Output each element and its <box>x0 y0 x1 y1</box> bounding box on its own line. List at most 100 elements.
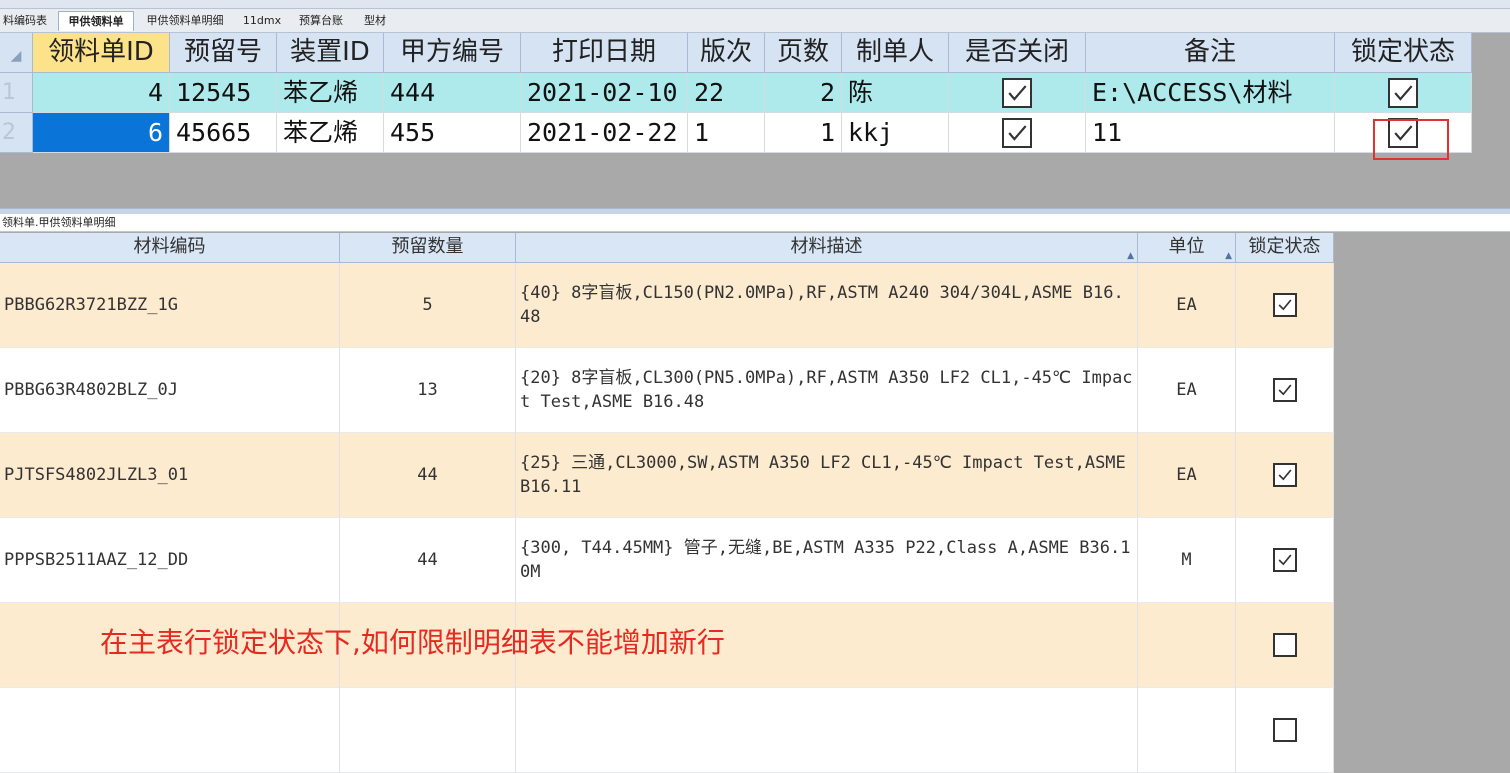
cell-closed[interactable] <box>949 73 1086 113</box>
checkbox-locked[interactable] <box>1388 77 1418 108</box>
cell-qty[interactable]: 44 <box>340 518 516 603</box>
col-header-desc[interactable]: 材料描述 ▲ <box>516 233 1138 263</box>
col-header-version[interactable]: 版次 <box>688 33 765 73</box>
col-header-remark[interactable]: 备注 <box>1086 33 1335 73</box>
tab-budget[interactable]: 预算台账 <box>290 11 352 30</box>
cell-pages[interactable]: 1 <box>765 113 842 153</box>
col-header-qty[interactable]: 预留数量 <box>340 233 516 263</box>
cell-unit[interactable]: M <box>1138 518 1236 603</box>
col-header-unit-label: 单位 <box>1168 236 1205 257</box>
cell-version[interactable]: 22 <box>688 73 765 113</box>
cell-detail-locked[interactable] <box>1236 688 1334 773</box>
cell-detail-locked[interactable] <box>1236 518 1334 603</box>
cell-qty[interactable]: 44 <box>340 433 516 518</box>
tab-requisition[interactable]: 甲供领料单 <box>58 11 134 31</box>
cell-remark[interactable]: E:\ACCESS\材料 <box>1086 73 1335 113</box>
checkbox-unchecked[interactable] <box>1272 633 1297 657</box>
col-header-desc-label: 材料描述 <box>790 236 863 257</box>
cell-material-code[interactable]: PBBG62R3721BZZ_1G <box>0 263 340 348</box>
cell-detail-locked[interactable] <box>1236 263 1334 348</box>
col-header-code[interactable]: 甲方编号 <box>384 33 521 73</box>
tab-11dmx[interactable]: 11dmx <box>240 11 284 30</box>
cell-device[interactable]: 苯乙烯 <box>277 113 384 153</box>
checkbox-unchecked[interactable] <box>1272 718 1297 742</box>
cell-desc[interactable] <box>516 688 1138 773</box>
cell-material-code-value: PBBG62R3721BZZ_1G <box>4 295 178 315</box>
annotation-text: 在主表行锁定状态下,如何限制明细表不能增加新行 <box>100 626 725 659</box>
cell-pages[interactable]: 2 <box>765 73 842 113</box>
col-header-maker[interactable]: 制单人 <box>842 33 949 73</box>
cell-unit[interactable] <box>1138 603 1236 688</box>
cell-material-code-value: PBBG63R4802BLZ_0J <box>4 380 178 400</box>
cell-qty-value: 13 <box>417 380 438 400</box>
cell-reserve[interactable]: 45665 <box>170 113 277 153</box>
cell-desc-value: {25} 三通,CL3000,SW,ASTM A350 LF2 CL1,-45℃… <box>520 453 1137 497</box>
col-header-unit[interactable]: 单位 ▲ <box>1138 233 1236 263</box>
cell-material-code[interactable]: PPPSB2511AAZ_12_DD <box>0 518 340 603</box>
object-tabs: 料编码表 甲供领料单 甲供领料单明细 11dmx 预算台账 型材 <box>0 9 1510 33</box>
cell-desc[interactable]: {300, T44.45MM} 管子,无缝,BE,ASTM A335 P22,C… <box>516 518 1138 603</box>
cell-code[interactable]: 444 <box>384 73 521 113</box>
cell-id-selected[interactable]: 6 <box>33 113 170 153</box>
cell-material-code[interactable] <box>0 688 340 773</box>
detail-grid: 材料编码 预留数量 材料描述 ▲ 单位 ▲ 锁定状态 PBBG62R3721BZZ_… <box>0 233 1334 773</box>
col-header-locked[interactable]: 锁定状态 <box>1335 33 1472 73</box>
cell-qty[interactable] <box>340 688 516 773</box>
col-header-id[interactable]: 领料单ID <box>33 33 170 73</box>
col-header-reserve[interactable]: 预留号 <box>170 33 277 73</box>
checkbox-checked[interactable] <box>1272 463 1297 487</box>
row-number[interactable]: 2 <box>0 113 33 153</box>
row-number[interactable]: 1 <box>0 73 33 113</box>
cell-id[interactable]: 4 <box>33 73 170 113</box>
cell-qty[interactable]: 5 <box>340 263 516 348</box>
cell-detail-locked[interactable] <box>1236 433 1334 518</box>
checkbox-checked[interactable] <box>1272 293 1297 317</box>
cell-unit-value: EA <box>1176 465 1197 485</box>
checkbox-checked[interactable] <box>1272 378 1297 402</box>
cell-material-code[interactable]: PBBG63R4802BLZ_0J <box>0 348 340 433</box>
cell-qty-value: 44 <box>417 465 438 485</box>
detail-caption: 领料单.甲供领料单明细 <box>0 214 1510 232</box>
cell-closed[interactable] <box>949 113 1086 153</box>
col-header-device[interactable]: 装置ID <box>277 33 384 73</box>
col-header-detail-locked[interactable]: 锁定状态 <box>1236 233 1334 263</box>
cell-desc-value: {40} 8字盲板,CL150(PN2.0MPa),RF,ASTM A240 3… <box>520 283 1124 327</box>
cell-desc[interactable]: {25} 三通,CL3000,SW,ASTM A350 LF2 CL1,-45℃… <box>516 433 1138 518</box>
cell-code[interactable]: 455 <box>384 113 521 153</box>
tab-material-code[interactable]: 料编码表 <box>0 11 50 30</box>
cell-remark[interactable]: 11 <box>1086 113 1335 153</box>
checkbox-closed[interactable] <box>1002 117 1032 148</box>
cell-desc[interactable]: {20} 8字盲板,CL300(PN5.0MPa),RF,ASTM A350 L… <box>516 348 1138 433</box>
col-header-date[interactable]: 打印日期 <box>521 33 688 73</box>
cell-unit[interactable] <box>1138 688 1236 773</box>
checkbox-closed[interactable] <box>1002 77 1032 108</box>
cell-unit-value: EA <box>1176 295 1197 315</box>
cell-device[interactable]: 苯乙烯 <box>277 73 384 113</box>
cell-unit-value: M <box>1181 550 1192 570</box>
cell-date[interactable]: 2021-02-10 <box>521 73 688 113</box>
cell-version[interactable]: 1 <box>688 113 765 153</box>
cell-unit-value: EA <box>1176 380 1197 400</box>
cell-qty[interactable]: 13 <box>340 348 516 433</box>
cell-qty-value: 5 <box>422 295 433 315</box>
master-grid: ◢ 领料单ID 预留号 装置ID 甲方编号 打印日期 版次 页数 制单人 是否关… <box>0 33 1472 154</box>
cell-material-code[interactable]: PJTSFS4802JLZL3_01 <box>0 433 340 518</box>
col-header-material-code[interactable]: 材料编码 <box>0 233 340 263</box>
cell-detail-locked[interactable] <box>1236 348 1334 433</box>
tab-requisition-detail[interactable]: 甲供领料单明细 <box>138 11 232 30</box>
select-all-corner[interactable]: ◢ <box>0 33 33 73</box>
cell-date[interactable]: 2021-02-22 <box>521 113 688 153</box>
cell-reserve[interactable]: 12545 <box>170 73 277 113</box>
col-header-closed[interactable]: 是否关闭 <box>949 33 1086 73</box>
cell-maker[interactable]: 陈 <box>842 73 949 113</box>
cell-unit[interactable]: EA <box>1138 433 1236 518</box>
cell-desc[interactable]: {40} 8字盲板,CL150(PN2.0MPa),RF,ASTM A240 3… <box>516 263 1138 348</box>
checkbox-checked[interactable] <box>1272 548 1297 572</box>
cell-detail-locked[interactable] <box>1236 603 1334 688</box>
tab-profile[interactable]: 型材 <box>358 11 392 30</box>
cell-unit[interactable]: EA <box>1138 348 1236 433</box>
cell-locked[interactable] <box>1335 73 1472 113</box>
cell-unit[interactable]: EA <box>1138 263 1236 348</box>
cell-maker[interactable]: kkj <box>842 113 949 153</box>
col-header-pages[interactable]: 页数 <box>765 33 842 73</box>
